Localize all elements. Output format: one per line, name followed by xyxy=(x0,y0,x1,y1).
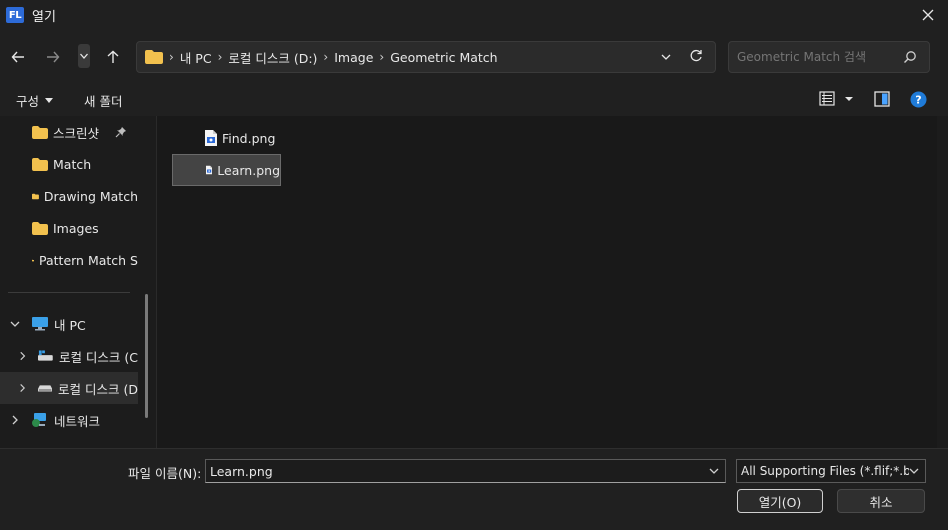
address-history-button[interactable] xyxy=(661,50,671,67)
quick-access-label: 스크린샷 xyxy=(53,125,100,141)
navigation-scrollbar[interactable] xyxy=(145,294,148,418)
refresh-button[interactable] xyxy=(689,49,703,66)
tree-item-label: 네트워크 xyxy=(54,413,101,429)
chevron-down-icon xyxy=(80,53,88,59)
quick-access-item[interactable]: Pattern Match S xyxy=(0,244,138,276)
breadcrumb-item[interactable]: Geometric Match xyxy=(390,50,497,65)
folder-icon xyxy=(32,125,48,139)
filename-label: 파일 이름(N): xyxy=(128,466,202,481)
help-button[interactable]: ? xyxy=(910,91,927,111)
tree-item-label: 로컬 디스크 (D xyxy=(58,381,138,397)
file-list: Find.png Learn.png xyxy=(157,116,937,448)
breadcrumb-separator-icon: › xyxy=(323,50,329,64)
content-scrollbar[interactable] xyxy=(937,116,948,448)
search-box[interactable] xyxy=(728,41,930,73)
quick-access-item[interactable]: 스크린샷 xyxy=(0,116,138,148)
folder-icon xyxy=(32,157,48,171)
tree-item-label: 로컬 디스크 (C xyxy=(58,349,138,365)
preview-pane-icon xyxy=(874,91,890,107)
chevron-down-icon[interactable] xyxy=(708,465,720,477)
chevron-down-icon xyxy=(661,54,671,60)
navigation-bar: › 내 PC › 로컬 디스크 (D:) › Image › Geometric… xyxy=(0,30,948,84)
search-icon[interactable] xyxy=(903,50,917,64)
dialog-footer: 파일 이름(N): Learn.png All Supporting Files… xyxy=(0,448,948,530)
command-bar: 구성 새 폴더 ? xyxy=(0,84,948,116)
recent-locations-button[interactable] xyxy=(78,44,90,68)
caret-down-icon xyxy=(45,98,54,103)
new-folder-label: 새 폴더 xyxy=(84,94,123,109)
folder-icon xyxy=(32,193,39,199)
arrow-right-icon xyxy=(47,51,60,63)
breadcrumb-separator-icon: › xyxy=(217,50,223,64)
help-icon: ? xyxy=(910,91,927,108)
pin-icon xyxy=(115,127,127,138)
breadcrumb-item[interactable]: 로컬 디스크 (D:) xyxy=(228,48,317,67)
quick-access-label: Images xyxy=(53,220,99,236)
file-type-value: All Supporting Files (*.flif;*.bm xyxy=(741,464,909,478)
window-title: 열기 xyxy=(32,9,56,25)
tree-item-label: 내 PC xyxy=(54,317,86,333)
image-file-icon xyxy=(205,130,217,146)
new-folder-button[interactable]: 새 폴더 xyxy=(84,91,122,110)
file-name: Find.png xyxy=(222,130,276,146)
view-options-button[interactable] xyxy=(818,91,854,110)
refresh-icon xyxy=(690,49,702,62)
chevron-down-icon[interactable] xyxy=(10,319,20,329)
file-item[interactable]: Find.png xyxy=(199,122,279,154)
file-name: Learn.png xyxy=(217,162,280,178)
open-button[interactable]: 열기(O) xyxy=(737,489,823,513)
quick-access-label: Drawing Match xyxy=(43,188,138,204)
svg-text:?: ? xyxy=(915,94,921,107)
filename-input[interactable]: Learn.png xyxy=(205,459,726,483)
close-button[interactable] xyxy=(916,4,940,26)
folder-icon xyxy=(145,50,163,64)
navigation-pane: 스크린샷 Match Drawing Match Images Pattern … xyxy=(0,116,152,448)
breadcrumb-item[interactable]: 내 PC xyxy=(180,48,212,67)
quick-access-label: Match xyxy=(53,156,92,172)
preview-pane-button[interactable] xyxy=(874,91,890,110)
tree-item-network[interactable]: 네트워크 xyxy=(0,404,138,436)
network-icon xyxy=(32,412,46,427)
drive-icon xyxy=(37,385,53,392)
organize-label: 구성 xyxy=(16,94,40,109)
breadcrumb-item[interactable]: Image xyxy=(334,50,373,65)
forward-button[interactable] xyxy=(40,44,66,70)
chevron-down-icon xyxy=(909,468,919,474)
file-type-select[interactable]: All Supporting Files (*.flif;*.bm xyxy=(736,459,926,483)
quick-access-label: Pattern Match S xyxy=(39,252,138,268)
folder-icon xyxy=(32,259,34,261)
cancel-button[interactable]: 취소 xyxy=(837,489,925,513)
tree-item-this-pc[interactable]: 내 PC xyxy=(0,308,138,340)
tree-item-local-disk-c[interactable]: 로컬 디스크 (C xyxy=(0,340,138,372)
folder-icon xyxy=(32,221,48,235)
chevron-right-icon[interactable] xyxy=(10,415,20,425)
pane-divider xyxy=(8,292,130,293)
chevron-right-icon[interactable] xyxy=(18,383,27,393)
quick-access-item[interactable]: Match xyxy=(0,148,138,180)
system-drive-icon xyxy=(38,350,53,361)
tree-item-local-disk-d[interactable]: 로컬 디스크 (D xyxy=(0,372,138,404)
chevron-right-icon[interactable] xyxy=(18,351,27,361)
app-icon: FL xyxy=(6,7,24,23)
filename-value: Learn.png xyxy=(210,463,273,479)
breadcrumb-separator-icon: › xyxy=(379,50,385,64)
breadcrumb-separator-icon: › xyxy=(169,50,174,64)
title-bar: FL 열기 xyxy=(0,0,948,30)
computer-icon xyxy=(32,317,48,331)
address-bar[interactable]: › 내 PC › 로컬 디스크 (D:) › Image › Geometric… xyxy=(136,41,716,73)
arrow-up-icon xyxy=(107,50,119,63)
quick-access-item[interactable]: Images xyxy=(0,212,138,244)
up-button[interactable] xyxy=(100,44,126,70)
close-icon xyxy=(922,9,934,21)
image-file-icon xyxy=(206,165,213,175)
file-item[interactable]: Learn.png xyxy=(172,154,281,186)
search-input[interactable] xyxy=(737,50,897,64)
back-button[interactable] xyxy=(5,44,31,70)
quick-access-item[interactable]: Drawing Match xyxy=(0,180,138,212)
arrow-left-icon xyxy=(11,51,24,63)
organize-menu[interactable]: 구성 xyxy=(16,91,54,110)
details-view-icon xyxy=(819,91,853,106)
